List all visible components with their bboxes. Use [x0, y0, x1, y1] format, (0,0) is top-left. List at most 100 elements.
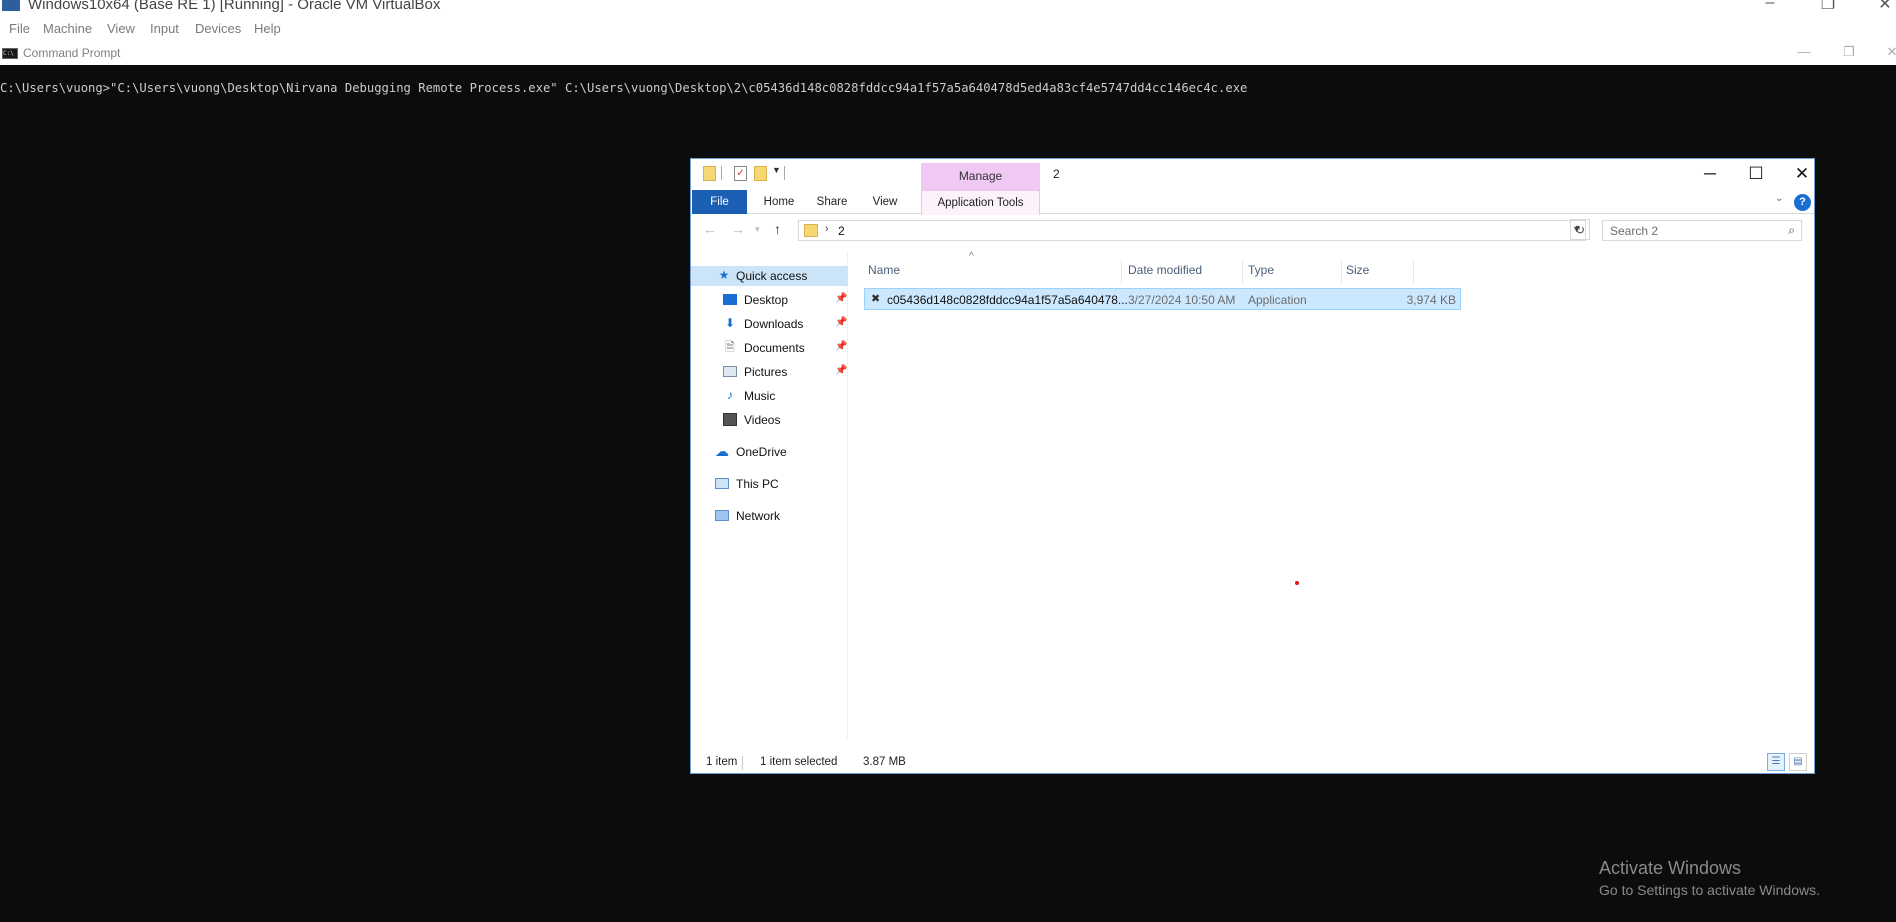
back-arrow-icon[interactable]: ← — [703, 221, 717, 237]
customize-qat-chevron-icon[interactable]: ▼ — [772, 165, 781, 175]
column-divider[interactable] — [1413, 261, 1414, 283]
nav-label: Pictures — [744, 365, 788, 379]
nav-item-documents[interactable]: 🗎 Documents 📌 — [691, 338, 848, 358]
file-list[interactable]: ^ Name Date modified Type Size ✖ c05436d… — [849, 251, 1814, 739]
explorer-maximize-button[interactable]: ☐ — [1733, 159, 1779, 189]
vbox-menu-view[interactable]: View — [107, 21, 135, 36]
nav-label: OneDrive — [736, 445, 787, 459]
file-row[interactable]: ✖ c05436d148c0828fddcc94a1f57a5a640478..… — [864, 288, 1461, 310]
status-selected: 1 item selected — [760, 756, 838, 768]
nav-label: This PC — [736, 477, 779, 491]
column-header-size[interactable]: Size — [1346, 263, 1369, 283]
cmd-minimize-button[interactable]: — — [1789, 44, 1819, 59]
document-icon: 🗎 — [725, 340, 735, 354]
column-header-name[interactable]: Name — [868, 263, 900, 283]
vbox-menu-input[interactable]: Input — [150, 21, 179, 36]
pin-icon[interactable]: 📌 — [835, 317, 847, 328]
address-folder-icon — [804, 224, 818, 237]
cmd-icon: C:\ — [2, 48, 18, 59]
breadcrumb-folder[interactable]: 2 — [838, 224, 845, 238]
column-divider[interactable] — [1121, 261, 1122, 283]
vbox-menu-machine[interactable]: Machine — [43, 21, 92, 36]
status-selected-size: 3.87 MB — [863, 756, 906, 768]
computer-icon — [715, 478, 729, 489]
up-arrow-icon[interactable]: ↑ — [774, 221, 781, 237]
pin-icon[interactable]: 📌 — [835, 293, 847, 304]
details-view-icon[interactable]: ☰ — [1767, 753, 1785, 771]
pin-icon[interactable]: 📌 — [835, 341, 847, 352]
cloud-icon: ☁ — [715, 443, 729, 459]
search-input[interactable]: Search 2 ⌕ — [1602, 220, 1802, 241]
nav-item-quick-access[interactable]: ★ Quick access — [691, 266, 848, 286]
recent-locations-chevron-icon[interactable]: ▾ — [755, 224, 760, 235]
forward-arrow-icon[interactable]: → — [731, 221, 745, 237]
nav-item-music[interactable]: ♪ Music — [691, 386, 848, 406]
nav-item-pictures[interactable]: Pictures 📌 — [691, 362, 848, 382]
vbox-minimize-button[interactable]: – — [1750, 0, 1790, 12]
cmd-titlebar: C:\ Command Prompt — ❐ ✕ — [0, 40, 1896, 65]
nav-label: Documents — [744, 341, 805, 355]
nav-label: Quick access — [736, 269, 808, 283]
large-icons-view-icon[interactable]: ▤ — [1789, 753, 1807, 771]
file-size: 3,974 KB — [1406, 293, 1456, 307]
status-item-count: 1 item — [706, 756, 738, 768]
qat-separator — [721, 166, 722, 180]
manage-context-tab[interactable]: Manage — [921, 163, 1040, 190]
quick-access-toolbar: ✓ ▼ 2 ─ ☐ ✕ — [691, 159, 1814, 189]
column-header-type[interactable]: Type — [1248, 263, 1274, 283]
vbox-window-title: Windows10x64 (Base RE 1) [Running] - Ora… — [28, 0, 441, 13]
vbox-titlebar: Windows10x64 (Base RE 1) [Running] - Ora… — [0, 0, 1896, 13]
status-bar: 1 item 1 item selected 3.87 MB ☰ ▤ — [691, 751, 1814, 773]
application-icon: ✖ — [871, 293, 881, 305]
film-icon — [723, 413, 737, 426]
star-icon: ★ — [718, 268, 730, 282]
cmd-close-button[interactable]: ✕ — [1877, 44, 1896, 60]
nav-label: Videos — [744, 413, 781, 427]
vbox-restore-button[interactable]: ❐ — [1808, 0, 1848, 13]
file-name: c05436d148c0828fddcc94a1f57a5a640478... — [887, 293, 1128, 307]
tab-file[interactable]: File — [692, 190, 747, 214]
music-note-icon: ♪ — [727, 388, 733, 402]
nav-item-this-pc[interactable]: This PC — [691, 474, 848, 494]
nav-item-downloads[interactable]: ⬇ Downloads 📌 — [691, 314, 848, 334]
explorer-window-title: 2 — [1053, 167, 1060, 181]
nav-item-network[interactable]: Network — [691, 506, 848, 526]
file-date: 3/27/2024 10:50 AM — [1128, 293, 1236, 307]
nav-label: Desktop — [744, 293, 789, 307]
activate-windows-watermark: Activate Windows Go to Settings to activ… — [1599, 858, 1820, 898]
column-divider[interactable] — [1242, 261, 1243, 283]
navigation-bar: ← → ▾ ↑ › 2 ▼ ↻ Search 2 ⌕ — [691, 215, 1814, 245]
sort-ascending-icon: ^ — [969, 251, 974, 262]
file-type: Application — [1248, 293, 1307, 307]
new-folder-icon[interactable] — [754, 166, 767, 181]
explorer-close-button[interactable]: ✕ — [1779, 159, 1825, 189]
tab-application-tools[interactable]: Application Tools — [921, 190, 1040, 215]
tab-home[interactable]: Home — [754, 190, 804, 214]
vbox-menu-devices[interactable]: Devices — [195, 21, 241, 36]
column-header-date[interactable]: Date modified — [1128, 263, 1202, 283]
nav-item-onedrive[interactable]: ☁ OneDrive — [691, 442, 848, 462]
column-divider[interactable] — [1341, 261, 1342, 283]
cmd-window-title: Command Prompt — [23, 46, 121, 60]
tab-share[interactable]: Share — [807, 190, 857, 214]
explorer-minimize-button[interactable]: ─ — [1687, 159, 1733, 189]
properties-icon[interactable]: ✓ — [734, 166, 747, 181]
help-icon[interactable]: ? — [1794, 194, 1811, 211]
explorer-window: ✓ ▼ 2 ─ ☐ ✕ Manage File Home Share View … — [690, 158, 1815, 774]
refresh-button[interactable]: ↻ — [1570, 219, 1590, 240]
pin-icon[interactable]: 📌 — [835, 365, 847, 376]
cmd-restore-button[interactable]: ❐ — [1834, 44, 1864, 60]
vbox-close-button[interactable]: ✕ — [1865, 0, 1896, 13]
vbox-menu-file[interactable]: File — [9, 21, 30, 36]
tab-view[interactable]: View — [860, 190, 910, 214]
status-divider — [742, 756, 743, 770]
pictures-icon — [723, 366, 737, 377]
vbox-menu-help[interactable]: Help — [254, 21, 281, 36]
search-icon[interactable]: ⌕ — [1788, 223, 1795, 238]
desktop-icon — [723, 294, 737, 305]
breadcrumb-chevron-icon[interactable]: › — [825, 223, 829, 235]
address-bar[interactable]: › 2 ▼ — [798, 220, 1586, 241]
nav-item-desktop[interactable]: Desktop 📌 — [691, 290, 848, 310]
nav-item-videos[interactable]: Videos — [691, 410, 848, 430]
expand-ribbon-chevron-icon[interactable]: ⌄ — [1775, 193, 1783, 204]
